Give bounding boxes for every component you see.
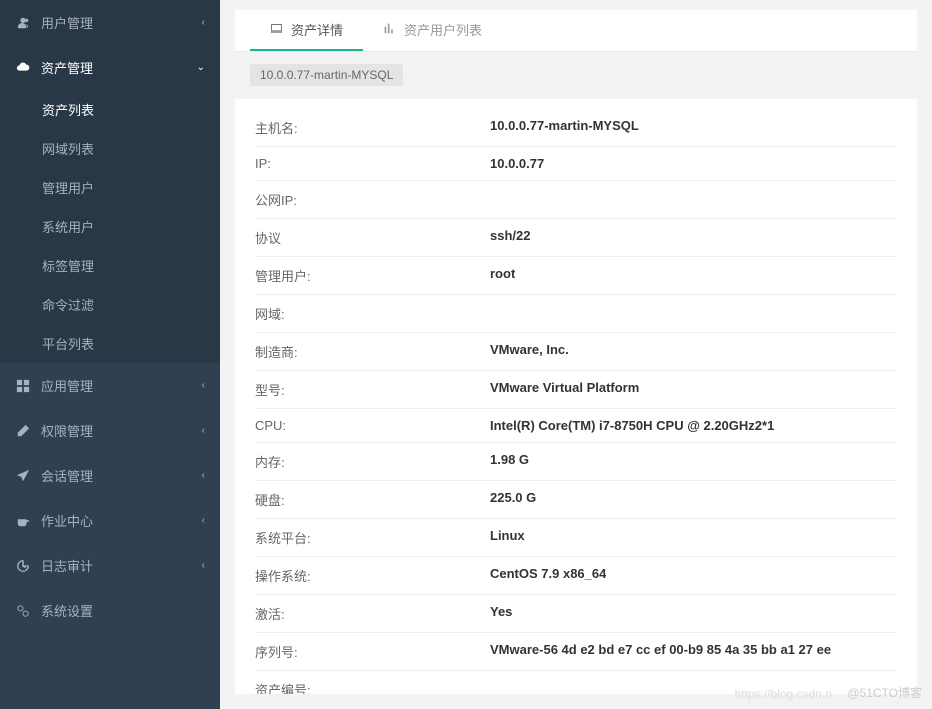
detail-value: VMware Virtual Platform xyxy=(490,380,639,399)
subnav-domain-list[interactable]: 网域列表 xyxy=(0,129,220,168)
nav-label: 会话管理 xyxy=(41,466,202,485)
detail-row-os: 操作系统:CentOS 7.9 x86_64 xyxy=(255,557,897,595)
detail-label: 激活: xyxy=(255,604,490,623)
detail-value: CentOS 7.9 x86_64 xyxy=(490,566,606,585)
detail-value: Yes xyxy=(490,604,512,623)
detail-row-model: 型号:VMware Virtual Platform xyxy=(255,371,897,409)
asset-name-tag: 10.0.0.77-martin-MYSQL xyxy=(250,64,403,86)
subnav-asset: 资产列表 网域列表 管理用户 系统用户 标签管理 命令过滤 平台列表 xyxy=(0,90,220,363)
nav-job-center[interactable]: 作业中心 ‹ xyxy=(0,498,220,543)
chart-icon xyxy=(383,22,396,38)
nav-label: 资产管理 xyxy=(41,58,197,77)
detail-value: ssh/22 xyxy=(490,228,530,247)
detail-row-disk: 硬盘:225.0 G xyxy=(255,481,897,519)
tabs: 资产详情 资产用户列表 xyxy=(235,10,917,52)
detail-label: 公网IP: xyxy=(255,190,490,209)
detail-label: 操作系统: xyxy=(255,566,490,585)
nav-session-mgmt[interactable]: 会话管理 ‹ xyxy=(0,453,220,498)
history-icon xyxy=(15,558,31,574)
detail-label: 硬盘: xyxy=(255,490,490,509)
nav-label: 作业中心 xyxy=(41,511,202,530)
subnav-cmd-filter[interactable]: 命令过滤 xyxy=(0,285,220,324)
detail-row-active: 激活:Yes xyxy=(255,595,897,633)
detail-row-admin-user: 管理用户:root xyxy=(255,257,897,295)
detail-value: 10.0.0.77-martin-MYSQL xyxy=(490,118,639,137)
detail-label: 型号: xyxy=(255,380,490,399)
detail-row-vendor: 制造商:VMware, Inc. xyxy=(255,333,897,371)
detail-label: 系统平台: xyxy=(255,528,490,547)
nav-label: 用户管理 xyxy=(41,13,202,32)
chevron-left-icon: ‹ xyxy=(202,17,205,28)
chevron-left-icon: ‹ xyxy=(202,560,205,571)
detail-value: 1.98 G xyxy=(490,452,529,471)
nav-log-audit[interactable]: 日志审计 ‹ xyxy=(0,543,220,588)
detail-row-memory: 内存:1.98 G xyxy=(255,443,897,481)
tab-label: 资产用户列表 xyxy=(404,20,482,39)
detail-label: CPU: xyxy=(255,418,490,433)
detail-label: IP: xyxy=(255,156,490,171)
chevron-left-icon: ‹ xyxy=(202,470,205,481)
detail-label: 序列号: xyxy=(255,642,490,661)
detail-label: 制造商: xyxy=(255,342,490,361)
sidebar: 用户管理 ‹ 资产管理 ⌄ 资产列表 网域列表 管理用户 系统用户 标签管理 命… xyxy=(0,0,220,709)
detail-label: 主机名: xyxy=(255,118,490,137)
nav-label: 权限管理 xyxy=(41,421,202,440)
detail-label: 网域: xyxy=(255,304,490,323)
laptop-icon xyxy=(270,22,283,38)
nav-system-settings[interactable]: 系统设置 xyxy=(0,588,220,633)
subnav-asset-list[interactable]: 资产列表 xyxy=(0,90,220,129)
nav-perm-mgmt[interactable]: 权限管理 ‹ xyxy=(0,408,220,453)
detail-label: 协议 xyxy=(255,228,490,247)
detail-row-cpu: CPU:Intel(R) Core(TM) i7-8750H CPU @ 2.2… xyxy=(255,409,897,443)
nav-label: 日志审计 xyxy=(41,556,202,575)
cloud-icon xyxy=(15,60,31,76)
grid-icon xyxy=(15,378,31,394)
detail-label: 管理用户: xyxy=(255,266,490,285)
detail-value: 225.0 G xyxy=(490,490,536,509)
subnav-admin-user[interactable]: 管理用户 xyxy=(0,168,220,207)
nav-asset-mgmt[interactable]: 资产管理 ⌄ xyxy=(0,45,220,90)
chevron-left-icon: ‹ xyxy=(202,380,205,391)
nav-label: 系统设置 xyxy=(41,601,205,620)
detail-row-serial: 序列号:VMware-56 4d e2 bd e7 cc ef 00-b9 85… xyxy=(255,633,897,671)
detail-value: VMware-56 4d e2 bd e7 cc ef 00-b9 85 4a … xyxy=(490,642,831,661)
detail-row-platform: 系统平台:Linux xyxy=(255,519,897,557)
detail-label: 内存: xyxy=(255,452,490,471)
users-icon xyxy=(15,15,31,31)
detail-row-asset-number: 资产编号: xyxy=(255,671,897,694)
detail-row-protocol: 协议ssh/22 xyxy=(255,219,897,257)
detail-value: Intel(R) Core(TM) i7-8750H CPU @ 2.20GHz… xyxy=(490,418,774,433)
tab-label: 资产详情 xyxy=(291,20,343,39)
nav-app-mgmt[interactable]: 应用管理 ‹ xyxy=(0,363,220,408)
subnav-platform-list[interactable]: 平台列表 xyxy=(0,324,220,363)
detail-row-domain: 网域: xyxy=(255,295,897,333)
main-content: 资产详情 资产用户列表 10.0.0.77-martin-MYSQL 主机名:1… xyxy=(220,0,932,709)
detail-value: VMware, Inc. xyxy=(490,342,569,361)
chevron-left-icon: ‹ xyxy=(202,425,205,436)
tab-asset-user-list[interactable]: 资产用户列表 xyxy=(363,10,502,51)
detail-row-ip: IP:10.0.0.77 xyxy=(255,147,897,181)
nav-user-mgmt[interactable]: 用户管理 ‹ xyxy=(0,0,220,45)
nav-label: 应用管理 xyxy=(41,376,202,395)
detail-value: Linux xyxy=(490,528,525,547)
subnav-label-mgmt[interactable]: 标签管理 xyxy=(0,246,220,285)
detail-value: 10.0.0.77 xyxy=(490,156,544,171)
breadcrumb: 10.0.0.77-martin-MYSQL xyxy=(235,52,917,94)
chevron-left-icon: ‹ xyxy=(202,515,205,526)
chevron-down-icon: ⌄ xyxy=(197,62,205,73)
detail-value: root xyxy=(490,266,515,285)
subnav-system-user[interactable]: 系统用户 xyxy=(0,207,220,246)
plane-icon xyxy=(15,468,31,484)
tab-asset-detail[interactable]: 资产详情 xyxy=(250,10,363,51)
gears-icon xyxy=(15,603,31,619)
detail-label: 资产编号: xyxy=(255,680,490,694)
detail-row-public-ip: 公网IP: xyxy=(255,181,897,219)
detail-row-hostname: 主机名:10.0.0.77-martin-MYSQL xyxy=(255,109,897,147)
detail-panel: 主机名:10.0.0.77-martin-MYSQL IP:10.0.0.77 … xyxy=(235,99,917,694)
edit-icon xyxy=(15,423,31,439)
coffee-icon xyxy=(15,513,31,529)
